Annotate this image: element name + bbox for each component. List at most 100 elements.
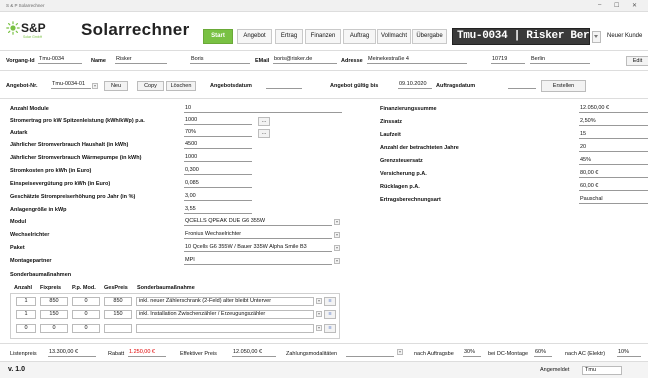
field-label: Finanzierungssumme [380, 106, 437, 112]
row-fixprice-field[interactable]: 0 [40, 324, 68, 333]
row-fixprice-field[interactable]: 150 [40, 310, 68, 319]
price-increase-field[interactable]: 3,00 [184, 193, 252, 201]
row-total-field: 150 [104, 310, 132, 319]
row-menu-button[interactable]: ≡ [324, 297, 336, 306]
project-selector[interactable]: Tmu-0034 | Risker Berlin [452, 28, 609, 45]
field-label: Einspeisevergütung pro kWh (in Euro) [10, 181, 111, 187]
autarky-details-button[interactable]: ... [258, 129, 270, 138]
heatpump-consumption-field[interactable]: 1000 [184, 154, 252, 162]
address-label: Adresse [341, 58, 363, 64]
email-label: EMail [255, 58, 270, 64]
title-bar: S & P Solarrechner – ☐ ✕ [0, 0, 648, 12]
row-measure-dropdown[interactable] [316, 311, 322, 317]
calc-method-select[interactable]: Pauschal [579, 196, 648, 204]
field-label: Stromertrag pro kW Spitzenleistung (kWh/… [10, 118, 145, 124]
delete-offer-button[interactable]: Löschen [166, 81, 196, 91]
row-pp-field[interactable]: 0 [72, 297, 100, 306]
version-label: v. 1.0 [8, 366, 25, 373]
term-field[interactable]: 15 [579, 131, 648, 139]
row-fixprice-field[interactable]: 850 [40, 297, 68, 306]
field-label: Stromkosten pro kWh (in Euro) [10, 168, 92, 174]
vorgang-field[interactable]: Tmu-0034 [38, 56, 82, 64]
col-header-measure: Sonderbaumaßnahme [137, 285, 195, 291]
row-count-field[interactable]: 0 [16, 324, 36, 333]
rebate-field[interactable]: 1.250,00 € [128, 349, 166, 357]
maximize-icon[interactable]: ☐ [614, 2, 619, 9]
create-offer-button[interactable]: Erstellen [541, 80, 586, 92]
status-bar: v. 1.0 Angemeldet Tmu [0, 361, 648, 378]
tab-uebergabe[interactable]: Übergabe [412, 29, 447, 44]
lastname-field[interactable]: Risker [115, 56, 167, 64]
package-select[interactable]: 10 Qcells G6 355W / Bauer 335W Alpha Smi… [184, 244, 332, 252]
zip-field[interactable]: 10719 [491, 56, 525, 64]
modules-count-field[interactable]: 10 [184, 105, 342, 113]
street-field[interactable]: Meinekestraße 4 [367, 56, 467, 64]
project-dropdown-button[interactable] [592, 31, 601, 43]
field-label: Jährlicher Stromverbrauch Wärmepumpe (in… [10, 155, 142, 161]
col-header-fixprice: Fixpreis [40, 285, 62, 291]
module-dropdown[interactable] [334, 219, 340, 225]
autarky-field[interactable]: 70% [184, 129, 252, 137]
partner-dropdown[interactable] [334, 258, 340, 264]
tab-auftrag[interactable]: Auftrag [343, 29, 376, 44]
new-customer-button[interactable]: Neuer Kunde [607, 33, 642, 39]
years-field[interactable]: 20 [579, 144, 648, 152]
tax-rate-field[interactable]: 45% [579, 157, 648, 165]
package-dropdown[interactable] [334, 245, 340, 251]
tab-ertrag[interactable]: Ertrag [275, 29, 303, 44]
row-menu-button[interactable]: ≡ [324, 324, 336, 333]
module-select[interactable]: QCELLS QPEAK DUE G6 355W [184, 218, 332, 226]
copy-offer-button[interactable]: Copy [137, 81, 164, 91]
row-pp-field[interactable]: 0 [72, 310, 100, 319]
order-date-field[interactable] [508, 81, 536, 89]
field-label: Jährlicher Stromverbrauch Haushalt (in k… [10, 142, 129, 148]
household-consumption-field[interactable]: 4500 [184, 141, 252, 149]
effective-price-field: 12.050,00 € [232, 349, 276, 357]
row-count-field[interactable]: 1 [16, 297, 36, 306]
insurance-field[interactable]: 80,00 € [579, 170, 648, 178]
valid-until-field[interactable]: 09.10.2020 [398, 81, 432, 89]
list-price-field: 13.300,00 € [48, 349, 96, 357]
reserves-field[interactable]: 60,00 € [579, 183, 648, 191]
financing-sum-field: 12.050,00 € [579, 105, 648, 113]
offer-nr-select[interactable]: Tmu-0034-01 [51, 81, 91, 89]
row-measure-select[interactable]: inkl. Installation Zwischenzähler / Erze… [136, 310, 314, 319]
row-count-field[interactable]: 1 [16, 310, 36, 319]
tab-vollmacht[interactable]: Vollmacht [377, 29, 411, 44]
row-pp-field[interactable]: 0 [72, 324, 100, 333]
row-measure-dropdown[interactable] [316, 325, 322, 331]
interest-rate-field[interactable]: 2,50% [579, 118, 648, 126]
power-cost-field[interactable]: 0,300 [184, 167, 252, 175]
row-measure-select[interactable] [136, 324, 314, 333]
inverter-dropdown[interactable] [334, 232, 340, 238]
payment-terms-select[interactable] [346, 349, 394, 357]
close-icon[interactable]: ✕ [632, 2, 637, 9]
tab-angebot[interactable]: Angebot [237, 29, 272, 44]
offer-nr-dropdown[interactable] [92, 83, 98, 89]
row-menu-button[interactable]: ≡ [324, 310, 336, 319]
row-total-field: 850 [104, 297, 132, 306]
after-ac-field[interactable]: 10% [617, 349, 641, 357]
after-order-field[interactable]: 30% [463, 349, 481, 357]
feed-in-tariff-field[interactable]: 0,085 [184, 180, 252, 188]
dc-mount-label: bei DC-Montage [488, 351, 529, 357]
partner-select[interactable]: MPI [184, 257, 332, 265]
vorgang-label: Vorgang-Id [6, 58, 35, 64]
new-offer-button[interactable]: Neu [104, 81, 128, 91]
tab-start[interactable]: Start [203, 29, 233, 44]
yield-details-button[interactable]: ... [258, 117, 270, 126]
row-measure-select[interactable]: inkl. neuer Zählerschrank (2-Feld) alter… [136, 297, 314, 306]
yield-per-kwp-field[interactable]: 1000 [184, 117, 252, 125]
city-field[interactable]: Berlin [530, 56, 590, 64]
current-user-field: Tmu [582, 366, 622, 375]
row-measure-dropdown[interactable] [316, 298, 322, 304]
edit-button[interactable]: Edit [626, 56, 648, 66]
firstname-field[interactable]: Boris [190, 56, 250, 64]
minimize-icon[interactable]: – [598, 2, 601, 8]
inverter-select[interactable]: Fronius Wechselrichter [184, 231, 332, 239]
offer-date-field[interactable] [266, 81, 302, 89]
payment-terms-dropdown[interactable] [397, 349, 403, 355]
tab-finanzen[interactable]: Finanzen [305, 29, 341, 44]
dc-mount-field[interactable]: 60% [534, 349, 552, 357]
email-field[interactable]: boris@risker.de [273, 56, 337, 64]
